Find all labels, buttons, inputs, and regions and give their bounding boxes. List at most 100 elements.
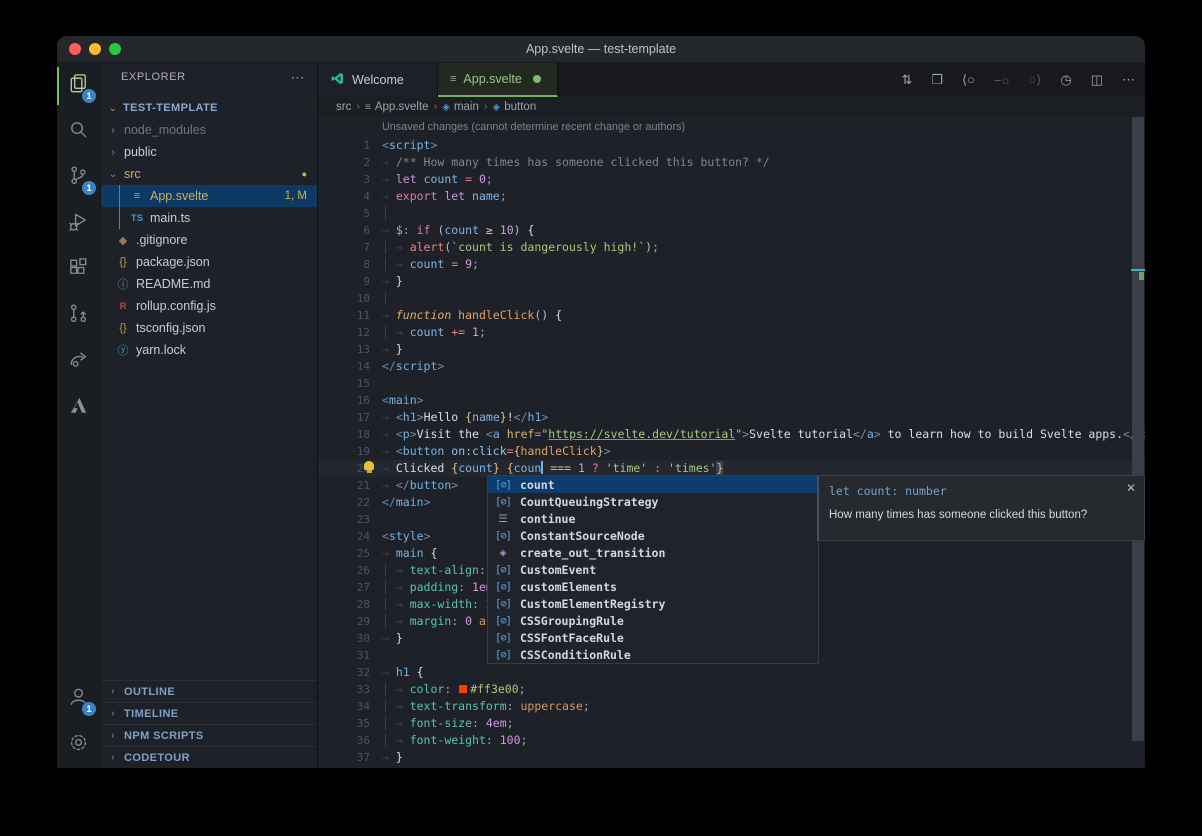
suggestion-cssfontfacerule[interactable]: [⊘]CSSFontFaceRule xyxy=(488,629,818,646)
file-item-main-ts[interactable]: TSmain.ts xyxy=(101,207,317,229)
breadcrumb-item-main[interactable]: ◈main xyxy=(442,101,479,113)
line-number: 1 xyxy=(318,137,382,154)
suggestion-countqueuingstrategy[interactable]: [⊘]CountQueuingStrategy xyxy=(488,493,818,510)
code-line[interactable]: 12│ → count += 1; xyxy=(318,324,1145,341)
suggestion-cssgroupingrule[interactable]: [⊘]CSSGroupingRule xyxy=(488,612,818,629)
file-item-yarn-lock[interactable]: ⓨyarn.lock xyxy=(101,339,317,361)
tab-welcome[interactable]: Welcome xyxy=(318,63,438,97)
open-changes-icon[interactable]: ⇅ xyxy=(901,72,912,88)
code-line[interactable]: 9→ } xyxy=(318,273,1145,290)
open-preview-icon[interactable]: ❐ xyxy=(931,72,943,88)
close-icon[interactable]: ✕ xyxy=(1126,481,1136,495)
code-line[interactable]: 15 xyxy=(318,375,1145,392)
titlebar[interactable]: App.svelte — test-template xyxy=(57,36,1145,63)
views-more-icon[interactable]: ⋯ xyxy=(290,69,305,86)
sidebar-section-npm-scripts[interactable]: ›NPM SCRIPTS xyxy=(101,724,317,746)
tab-app-svelte[interactable]: ≡App.svelte xyxy=(438,63,558,97)
code-line[interactable]: 18→ <p>Visit the <a href="https://svelte… xyxy=(318,426,1145,443)
file-item-app-svelte[interactable]: ≡App.svelte1, M xyxy=(101,185,317,207)
liveshare-icon[interactable] xyxy=(57,339,100,385)
code-line[interactable]: 2→ /** How many times has someone clicke… xyxy=(318,154,1145,171)
code-token: → xyxy=(382,665,396,679)
file-item-readme-md[interactable]: ⓘREADME.md xyxy=(101,273,317,295)
file-item-package-json[interactable]: {}package.json xyxy=(101,251,317,273)
settings-gear-icon[interactable] xyxy=(57,722,100,768)
previous-change-icon[interactable]: −○ xyxy=(994,73,1009,88)
code-token: } xyxy=(597,444,604,458)
breadcrumb-item-src[interactable]: src xyxy=(336,101,351,113)
code-line[interactable]: 13→ } xyxy=(318,341,1145,358)
code-editor[interactable]: Unsaved changes (cannot determine recent… xyxy=(318,117,1145,768)
file-item--gitignore[interactable]: ◆.gitignore xyxy=(101,229,317,251)
breadcrumb-label: App.svelte xyxy=(375,101,429,113)
file-item-rollup-config-js[interactable]: Rrollup.config.js xyxy=(101,295,317,317)
file-item-src[interactable]: ⌄src● xyxy=(101,163,317,185)
suggestion-count[interactable]: [⊘]count xyxy=(488,476,818,493)
next-change-icon[interactable]: ○⟩ xyxy=(1028,72,1041,88)
quick-fix-lightbulb-icon[interactable] xyxy=(364,461,374,470)
symbol-variable-icon: [⊘] xyxy=(492,479,514,491)
files-icon[interactable]: 1 xyxy=(57,63,100,109)
code-line[interactable]: 7│ → alert(`count is dangerously high!`)… xyxy=(318,239,1145,256)
code-token: → xyxy=(382,223,396,237)
code-line[interactable]: 10│ xyxy=(318,290,1145,307)
code-line[interactable]: 3→ let count = 0; xyxy=(318,171,1145,188)
suggestion-customelementregistry[interactable]: [⊘]CustomElementRegistry xyxy=(488,595,818,612)
editor-scrollbar[interactable] xyxy=(1131,117,1145,768)
scrollbar-thumb[interactable] xyxy=(1132,117,1144,741)
suggestion-cssconditionrule[interactable]: [⊘]CSSConditionRule xyxy=(488,646,818,663)
code-line[interactable]: 16<main> xyxy=(318,392,1145,409)
suggestion-customevent[interactable]: [⊘]CustomEvent xyxy=(488,561,818,578)
file-label: App.svelte xyxy=(150,189,208,203)
code-token: ; xyxy=(472,257,479,271)
code-token: } xyxy=(493,461,500,475)
sidebar-section-timeline[interactable]: ›TIMELINE xyxy=(101,702,317,724)
source-control-icon[interactable]: 1 xyxy=(57,155,100,201)
extensions-icon[interactable] xyxy=(57,247,100,293)
azure-icon[interactable] xyxy=(57,385,100,431)
code-line[interactable]: 34│ → text-transform: uppercase; xyxy=(318,698,1145,715)
file-item-tsconfig-json[interactable]: {}tsconfig.json xyxy=(101,317,317,339)
run-debug-icon[interactable] xyxy=(57,201,100,247)
chevron-right-icon: › xyxy=(107,752,119,763)
project-root-row[interactable]: ⌄ TEST-TEMPLATE xyxy=(101,97,317,119)
code-line[interactable]: 5│ xyxy=(318,205,1145,222)
code-line[interactable]: 33│ → color: #ff3e00; xyxy=(318,681,1145,698)
code-line[interactable]: 4→ export let name; xyxy=(318,188,1145,205)
code-line[interactable]: 37→ } xyxy=(318,749,1145,766)
code-token: : xyxy=(444,682,458,696)
code-token: > xyxy=(417,393,424,407)
search-icon[interactable] xyxy=(57,109,100,155)
suggestion-constantsourcenode[interactable]: [⊘]ConstantSourceNode xyxy=(488,527,818,544)
file-item-public[interactable]: ›public xyxy=(101,141,317,163)
code-line[interactable]: 36│ → font-weight: 100; xyxy=(318,732,1145,749)
code-line[interactable]: 35│ → font-size: 4em; xyxy=(318,715,1145,732)
breadcrumb-item-button[interactable]: ◈button xyxy=(493,101,537,113)
suggestion-continue[interactable]: ☰continue xyxy=(488,510,818,527)
code-line[interactable]: 17→ <h1>Hello {name}!</h1> xyxy=(318,409,1145,426)
suggestion-create_out_transition[interactable]: ◈create_out_transition xyxy=(488,544,818,561)
github-pr-icon[interactable] xyxy=(57,293,100,339)
code-line[interactable]: 19→ <button on:click={handleClick}> xyxy=(318,443,1145,460)
more-actions-icon[interactable]: ⋯ xyxy=(1122,72,1135,88)
file-item-node-modules[interactable]: ›node_modules xyxy=(101,119,317,141)
line-number: 28 xyxy=(318,596,382,613)
code-line[interactable]: 11→ function handleClick() { xyxy=(318,307,1145,324)
sidebar-section-codetour[interactable]: ›CODETOUR xyxy=(101,746,317,768)
code-line[interactable]: 6→ $: if (count ≥ 10) { xyxy=(318,222,1145,239)
split-editor-icon[interactable]: ◫ xyxy=(1091,72,1103,88)
code-token: handleClick xyxy=(458,308,534,322)
suggestion-customelements[interactable]: [⊘]customElements xyxy=(488,578,818,595)
code-token: > xyxy=(417,410,424,424)
code-line-content: </script> xyxy=(382,358,444,375)
run-tour-icon[interactable]: ◷ xyxy=(1060,72,1071,88)
code-line[interactable]: 1<script> xyxy=(318,137,1145,154)
navigate-back-icon[interactable]: ⟨○ xyxy=(962,72,975,88)
code-line[interactable]: 14</script> xyxy=(318,358,1145,375)
account-icon[interactable]: 1 xyxy=(57,676,100,722)
code-line[interactable]: 8│ → count = 9; xyxy=(318,256,1145,273)
sidebar-section-outline[interactable]: ›OUTLINE xyxy=(101,680,317,702)
breadcrumb-item-app-svelte[interactable]: ≡App.svelte xyxy=(365,101,429,113)
code-line[interactable]: 32→ h1 { xyxy=(318,664,1145,681)
code-token: = xyxy=(465,172,479,186)
